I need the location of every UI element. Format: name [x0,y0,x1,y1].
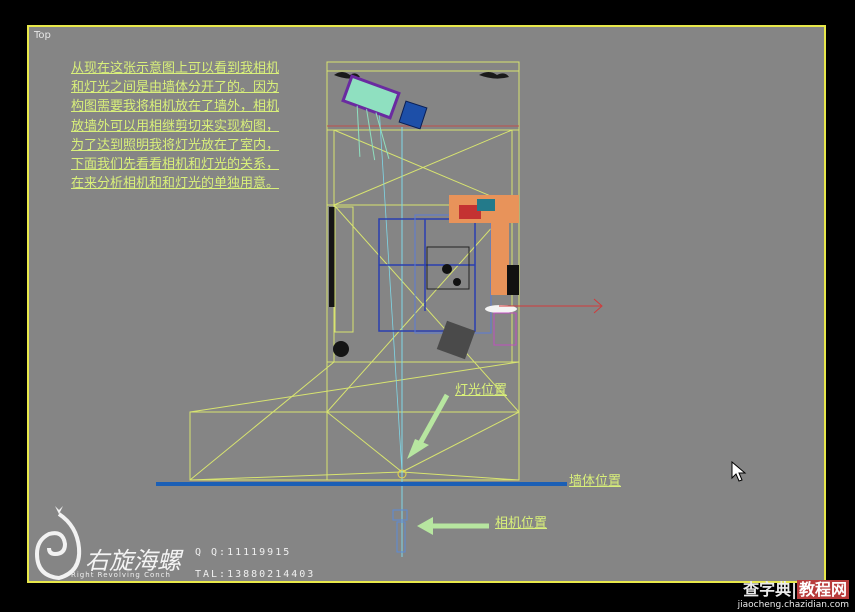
wall-position-label: 墙体位置 [569,474,622,489]
exterior-box [189,411,328,481]
left-shelf [329,207,335,307]
frustum-line [401,471,520,481]
sofa-teal [477,199,495,211]
camera-position-label: 相机位置 [495,516,548,531]
side-orange [491,223,509,295]
caption-line: 在来分析相机和和灯光的单独用意。 [71,176,280,192]
room-outline [326,61,520,481]
caption-line: 和灯光之间是由墙体分开了的。因为 [71,80,280,96]
conch-logo [34,506,82,581]
light-arrow-head [407,439,429,459]
caption-line: 下面我们先看看相机和灯光的关系， [71,157,280,173]
caption-line: 为了达到照明我将灯光放在了室内， [71,137,280,153]
camera-lens [396,521,406,553]
blue-object [398,100,428,130]
watermark-text-1: 查字典 [743,580,792,599]
caption-line: 构图需要我将相机放在了墙外，相机 [71,99,280,115]
watermark-url: jiaocheng.chazidian.com [737,600,849,610]
caption-text: 从现在这张示意图上可以看到我相机 和灯光之间是由墙体分开了的。因为 构图需要我将… [71,59,331,193]
spotlight-object [341,74,401,161]
camera-body [392,509,408,521]
rug-grid [414,214,492,334]
left-cabinet [334,206,354,333]
logo-tel: TAL:13880214403 [195,569,316,580]
logo-qq: Q Q:11119915 [195,547,292,558]
frustum-line [189,471,403,481]
mouse-cursor-icon [731,461,747,482]
object-dot [442,264,452,274]
light-arrow [414,393,450,451]
watermark: 查字典| 教程网 jiaocheng.chazidian.com [738,576,849,610]
camera-arrow-head [417,517,433,535]
top-viewport[interactable]: Top 从现在这张示意图上可以看到我相机 和灯光之间是由墙体分开了的。因为 构图… [27,25,826,583]
round-table [333,341,349,357]
light-target-line [378,106,403,473]
light-position-label: 灯光位置 [455,383,508,398]
frustum-line [189,361,335,481]
side-dark [507,265,519,295]
frustum-line [326,411,403,473]
watermark-title: 查字典| 教程网 [743,580,849,599]
caption-line: 放墙外可以用相继剪切来实现构图， [71,118,280,134]
object-dot [453,278,461,286]
watermark-text-2: 教程网 [796,580,849,599]
plant-shape [479,72,509,79]
caption-line: 从现在这张示意图上可以看到我相机 [71,61,280,76]
purple-box [493,312,517,346]
logo-subtitle: Right Revolving Conch [71,571,171,579]
